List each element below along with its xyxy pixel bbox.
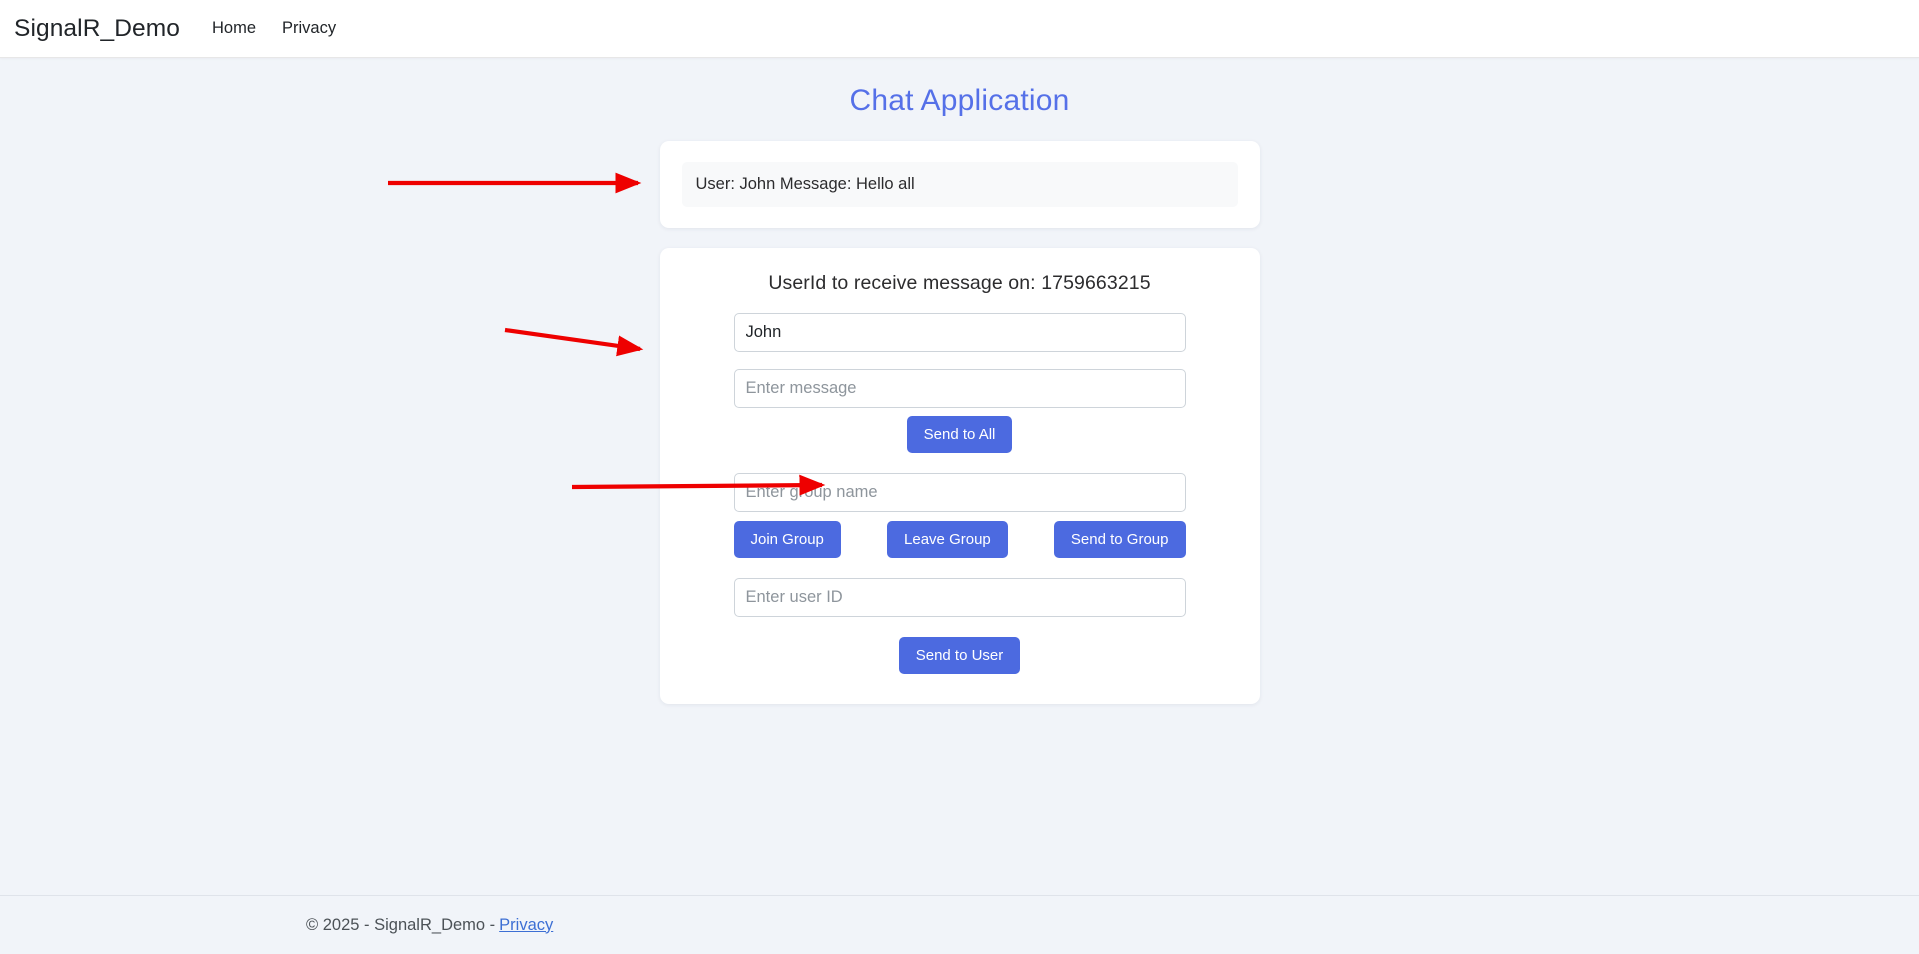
- user-id-input[interactable]: [733, 578, 1186, 618]
- message-input[interactable]: [733, 369, 1186, 409]
- content-container: User: John Message: Hello all UserId to …: [659, 141, 1260, 705]
- join-group-button[interactable]: Join Group: [733, 521, 841, 559]
- send-user-row: Send to User: [734, 637, 1186, 675]
- group-buttons-row: Join Group Leave Group Send to Group: [733, 521, 1186, 559]
- nav-link-privacy[interactable]: Privacy: [272, 15, 346, 42]
- message-list-item: User: John Message: Hello all: [681, 162, 1238, 208]
- nav-links: Home Privacy: [202, 15, 346, 42]
- group-name-input[interactable]: [733, 473, 1186, 513]
- page-body: Chat Application User: John Message: Hel…: [0, 58, 1919, 895]
- messages-card: User: John Message: Hello all: [659, 141, 1260, 229]
- user-name-input[interactable]: [733, 313, 1186, 353]
- footer: © 2025 - SignalR_Demo - Privacy: [0, 895, 1919, 954]
- footer-privacy-link[interactable]: Privacy: [499, 916, 553, 935]
- page-title: Chat Application: [849, 84, 1070, 117]
- navbar: SignalR_Demo Home Privacy: [0, 0, 1919, 58]
- controls-card: UserId to receive message on: 1759663215…: [659, 248, 1260, 705]
- send-to-group-button[interactable]: Send to Group: [1053, 521, 1186, 559]
- brand-link[interactable]: SignalR_Demo: [14, 15, 180, 43]
- footer-copyright: © 2025 - SignalR_Demo -: [306, 915, 496, 934]
- userid-label: UserId to receive message on: 1759663215: [768, 272, 1151, 295]
- nav-link-home[interactable]: Home: [202, 15, 266, 42]
- send-all-row: Send to All: [734, 416, 1186, 454]
- leave-group-button[interactable]: Leave Group: [887, 521, 1008, 559]
- send-to-user-button[interactable]: Send to User: [898, 637, 1021, 675]
- send-to-all-button[interactable]: Send to All: [906, 416, 1013, 454]
